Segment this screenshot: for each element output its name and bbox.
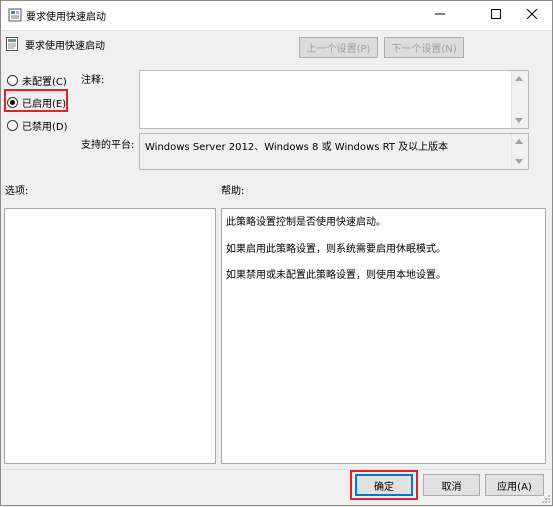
help-text-line: 如果启用此策略设置，则系统需要启用休眠模式。 (226, 244, 446, 255)
policy-document-icon (6, 37, 19, 51)
title-bar: 要求使用快速启动 (0, 0, 553, 31)
scroll-up-icon[interactable] (515, 76, 523, 81)
comment-textarea[interactable] (139, 70, 529, 129)
minimize-button[interactable] (418, 0, 462, 31)
help-text-line: 如果禁用或未配置此策略设置，则使用本地设置。 (226, 270, 446, 281)
radio-button[interactable] (7, 119, 18, 131)
options-label: 选项: (5, 186, 29, 197)
scroll-down-icon[interactable] (515, 159, 523, 164)
platform-scrollbar[interactable] (511, 134, 528, 169)
help-panel: 此策略设置控制是否使用快速启动。 如果启用此策略设置，则系统需要启用休眠模式。 … (221, 208, 546, 464)
options-panel (4, 208, 216, 464)
scroll-down-icon[interactable] (515, 118, 523, 123)
platform-label: 支持的平台: (81, 140, 135, 151)
resize-grip-icon[interactable] (541, 494, 551, 504)
radio-disabled[interactable]: 已禁用(D) (7, 116, 68, 134)
setting-title: 要求使用快速启动 (25, 41, 105, 52)
policy-settings-icon (8, 8, 23, 22)
radio-label: 已禁用(D) (22, 121, 68, 133)
platform-field: Windows Server 2012、Windows 8 或 Windows … (139, 133, 529, 170)
maximize-icon (491, 9, 501, 22)
minimize-icon (435, 9, 445, 22)
next-setting-button[interactable]: 下一个设置(N) (384, 37, 464, 58)
radio-not-configured[interactable]: 未配置(C) (7, 71, 67, 89)
help-text-line: 此策略设置控制是否使用快速启动。 (226, 217, 386, 228)
enabled-highlight-box (4, 89, 68, 112)
help-label: 帮助: (221, 186, 245, 197)
ok-button[interactable]: 确定 (355, 474, 413, 496)
scroll-up-icon[interactable] (515, 139, 523, 144)
platform-value: Windows Server 2012、Windows 8 或 Windows … (145, 142, 449, 153)
close-button[interactable] (510, 0, 553, 31)
close-icon (526, 8, 538, 22)
radio-button[interactable] (7, 74, 18, 86)
radio-label: 未配置(C) (22, 76, 67, 88)
window-title: 要求使用快速启动 (26, 12, 106, 23)
comment-label: 注释: (81, 75, 105, 86)
previous-setting-button[interactable]: 上一个设置(P) (299, 37, 378, 58)
comment-scrollbar[interactable] (511, 71, 528, 128)
cancel-button[interactable]: 取消 (423, 474, 480, 496)
divider (0, 469, 553, 470)
apply-button[interactable]: 应用(A) (485, 474, 544, 496)
